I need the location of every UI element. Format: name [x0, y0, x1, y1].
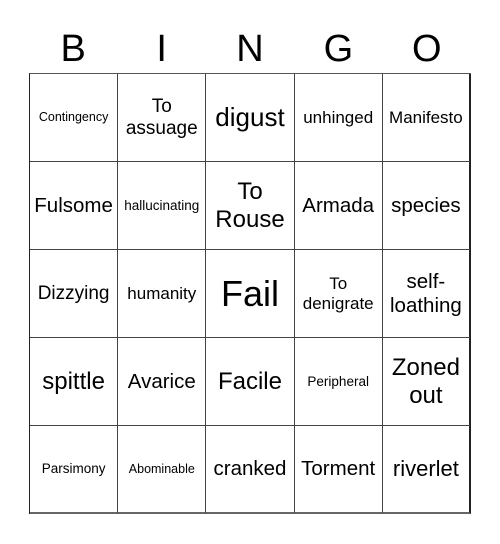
bingo-cell[interactable]: Avarice [118, 338, 207, 426]
bingo-cell[interactable]: unhinged [294, 74, 383, 162]
bingo-header: B I N G O [29, 24, 471, 74]
bingo-cell[interactable]: digust [206, 74, 295, 162]
bingo-cell[interactable]: species [382, 162, 471, 250]
bingo-cell[interactable]: hallucinating [118, 162, 207, 250]
bingo-grid: Contingency To assuage digust unhinged M… [29, 73, 471, 514]
bingo-cell[interactable]: Torment [294, 426, 383, 514]
bingo-cell[interactable]: Contingency [30, 74, 119, 162]
bingo-cell[interactable]: spittle [30, 338, 119, 426]
bingo-cell[interactable]: Dizzying [30, 250, 119, 338]
header-letter-b: B [60, 28, 86, 70]
bingo-cell[interactable]: riverlet [382, 426, 471, 514]
bingo-cell[interactable]: Facile [206, 338, 295, 426]
bingo-cell[interactable]: Armada [294, 162, 383, 250]
bingo-cell[interactable]: Parsimony [30, 426, 119, 514]
bingo-cell[interactable]: To denigrate [294, 250, 383, 338]
header-letter-n: N [236, 28, 264, 70]
bingo-cell[interactable]: Peripheral [294, 338, 383, 426]
bingo-cell[interactable]: self-loathing [382, 250, 471, 338]
bingo-cell[interactable]: To Rouse [206, 162, 295, 250]
bingo-cell[interactable]: Zoned out [382, 338, 471, 426]
bingo-cell[interactable]: Abominable [118, 426, 207, 514]
bingo-cell[interactable]: Fulsome [30, 162, 119, 250]
bingo-cell[interactable]: To assuage [118, 74, 207, 162]
header-letter-o: O [412, 28, 442, 70]
header-letter-g: G [323, 28, 354, 70]
bingo-cell[interactable]: cranked [206, 426, 295, 514]
bingo-cell[interactable]: humanity [118, 250, 207, 338]
bingo-cell[interactable]: Manifesto [382, 74, 471, 162]
bingo-cell[interactable]: Fail [206, 250, 295, 338]
header-letter-i: I [156, 28, 167, 70]
